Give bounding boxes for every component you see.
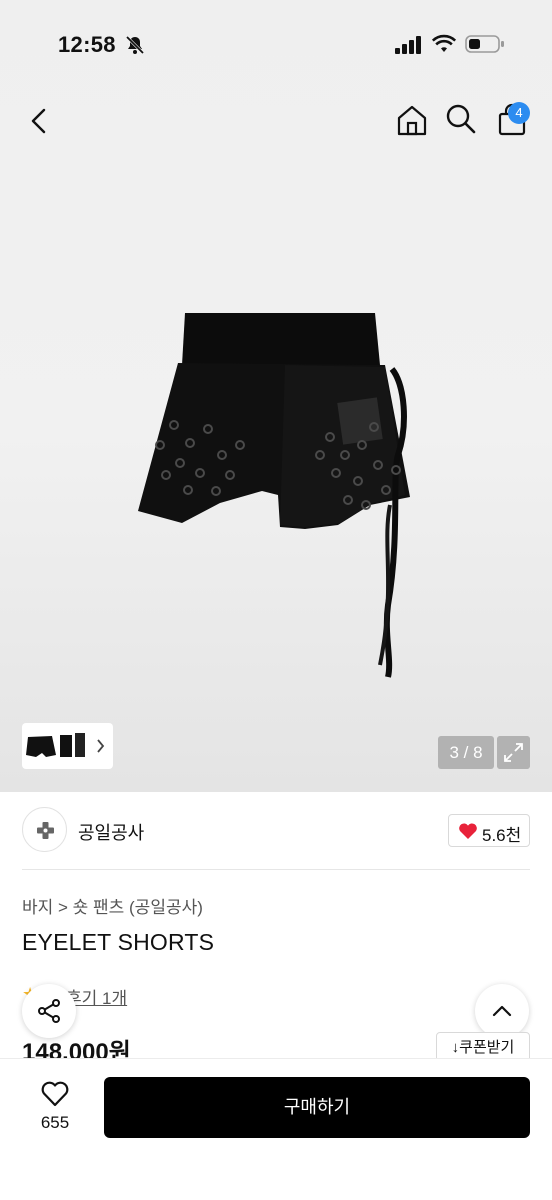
brand-emblem-icon	[37, 822, 54, 839]
back-arrow-icon[interactable]	[24, 104, 54, 138]
battery-icon	[465, 35, 504, 53]
image-counter: 3 / 8	[438, 736, 494, 769]
heart-filled-icon	[459, 823, 477, 839]
buy-button[interactable]: 구매하기	[104, 1077, 530, 1138]
heart-outline-icon	[41, 1081, 69, 1107]
cellular-signal-icon	[395, 36, 421, 54]
breadcrumb[interactable]: 바지 > 숏 팬츠 (공일공사)	[22, 893, 203, 918]
wishlist-button[interactable]: 655	[30, 1079, 80, 1139]
product-image	[138, 313, 410, 678]
clock: 12:58	[58, 32, 116, 57]
brand-like-count: 5.6천	[482, 826, 522, 845]
wifi-icon	[432, 34, 456, 52]
home-icon[interactable]	[394, 102, 430, 138]
bottom-action-bar: 655 구매하기	[0, 1058, 552, 1200]
share-button[interactable]	[22, 984, 76, 1038]
bell-muted-icon	[125, 35, 145, 55]
brand-like-button[interactable]: 5.6천	[448, 814, 530, 847]
brand-name[interactable]: 공일공사	[78, 819, 144, 845]
wishlist-count: 655	[40, 1113, 70, 1132]
expand-icon[interactable]	[497, 736, 530, 769]
product-title: EYELET SHORTS	[22, 929, 215, 955]
search-icon[interactable]	[444, 102, 478, 136]
divider	[22, 869, 530, 870]
top-nav	[0, 98, 552, 144]
status-bar: 12:58	[0, 28, 552, 64]
scroll-top-button[interactable]	[475, 984, 529, 1038]
chevron-up-icon	[492, 1005, 512, 1017]
cart-count-badge: 4	[508, 102, 530, 124]
brand-row: 공일공사 5.6천	[0, 805, 552, 855]
thumbnail-strip[interactable]	[22, 723, 113, 769]
share-icon	[38, 999, 60, 1023]
brand-logo[interactable]	[22, 807, 67, 852]
